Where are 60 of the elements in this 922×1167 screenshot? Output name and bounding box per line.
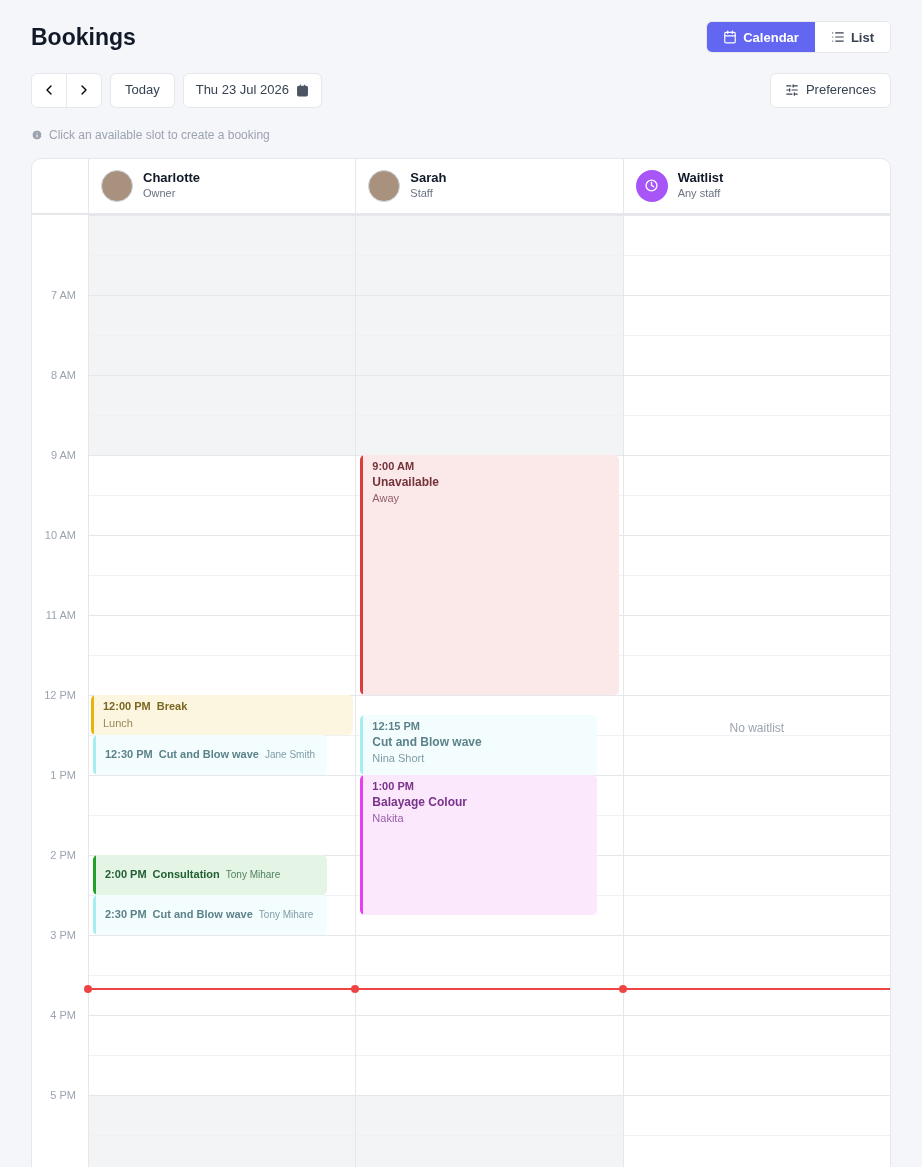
sliders-icon (784, 83, 799, 97)
event-client: Tony Mihare (225, 867, 281, 882)
booking-card[interactable]: 1:00 PM Balayage Colour Nakita (360, 774, 597, 915)
event-title: Consultation (152, 866, 220, 882)
event-time: 12:15 PM (372, 718, 421, 734)
preferences-button[interactable]: Preferences (769, 72, 891, 108)
event-client: Tony Mihare (258, 907, 314, 922)
empty-message: No waitlist (728, 719, 786, 737)
hour-label: 10 AM (44, 527, 76, 543)
hour-label: 3 PM (50, 927, 76, 943)
column-name: Waitlist (677, 170, 724, 186)
event-title: Break (156, 698, 188, 714)
column-role: Staff (410, 186, 434, 201)
hour-label: 8 AM (50, 367, 76, 383)
hour-label: 7 AM (50, 287, 76, 303)
page-title: Bookings (31, 23, 136, 52)
info-icon (31, 128, 43, 141)
event-client: Away (372, 490, 400, 506)
column-name: Charlotte (143, 170, 201, 186)
event-note: Lunch (103, 716, 133, 729)
hint-text: Click an available slot to create a booking (49, 126, 270, 144)
event-title: Cut and Blow wave (372, 733, 482, 750)
hour-label: 5 PM (50, 1087, 76, 1103)
hour-label: 1 PM (50, 767, 76, 783)
list-icon (830, 30, 845, 45)
column-name: Sarah (410, 170, 447, 186)
event-title: Balayage Colour (372, 793, 468, 810)
hour-label: 11 AM (45, 607, 76, 623)
event-client: Jane Smith (264, 747, 315, 762)
event-time: 9:00 AM (372, 458, 415, 474)
hour-label: 9 AM (50, 447, 76, 463)
date-picker[interactable]: Thu 23 Jul 2026 (182, 72, 322, 108)
avatar (368, 169, 401, 202)
booking-card[interactable]: 12:00 PM Break Lunch (91, 694, 354, 735)
hour-label: 2 PM (50, 847, 76, 863)
event-client: Nina Short (372, 750, 425, 766)
view-tab[interactable]: Calendar (707, 22, 815, 53)
clock-icon (635, 169, 668, 202)
avatar (101, 169, 133, 202)
event-time: 12:30 PM (105, 746, 153, 762)
booking-card[interactable]: 12:30 PM Cut and Blow wave Jane Smith (93, 734, 328, 775)
hour-label: 4 PM (50, 1007, 76, 1023)
event-time: 1:00 PM (372, 778, 414, 794)
booking-card[interactable]: 12:15 PM Cut and Blow wave Nina Short (360, 714, 597, 775)
event-time: 2:00 PM (105, 866, 147, 882)
booking-card[interactable]: 2:30 PM Cut and Blow wave Tony Mihare (93, 894, 328, 935)
event-time: 12:00 PM (103, 698, 151, 714)
column-role: Owner (143, 186, 177, 201)
event-time: 2:30 PM (105, 906, 147, 922)
event-title: Unavailable (372, 473, 440, 490)
column-role: Any staff (677, 186, 722, 201)
event-title: Cut and Blow wave (158, 746, 259, 762)
booking-card[interactable]: 9:00 AM Unavailable Away (360, 454, 619, 695)
booking-card[interactable]: 2:00 PM Consultation Tony Mihare (93, 854, 328, 895)
event-title: Cut and Blow wave (152, 906, 253, 922)
hour-label: 12 PM (44, 687, 76, 703)
calendar-icon (723, 30, 738, 45)
event-client: Nakita (372, 810, 404, 826)
calendar-icon (295, 83, 309, 97)
today-button[interactable]: Today (110, 72, 175, 108)
